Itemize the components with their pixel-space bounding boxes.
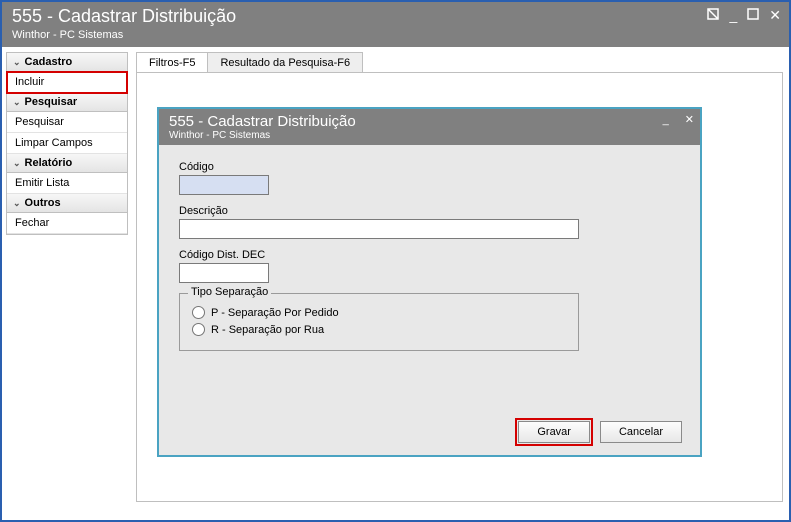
radio-separacao-rua[interactable]: R - Separação por Rua (192, 323, 566, 336)
minimize-icon[interactable]: _ (729, 8, 737, 22)
sidebar-header-cadastro[interactable]: ⌄ Cadastro (7, 53, 127, 72)
sidebar-header-relatorio[interactable]: ⌄ Relatório (7, 154, 127, 173)
dialog-button-row: Gravar Cancelar (518, 421, 682, 443)
main-window-subtitle: Winthor - PC Sistemas (12, 29, 779, 41)
chevron-down-icon: ⌄ (13, 158, 21, 169)
dec-label: Código Dist. DEC (179, 249, 680, 261)
button-label: Cancelar (619, 426, 663, 438)
sidebar-item-label: Incluir (15, 76, 44, 88)
field-codigo-dist-dec: Código Dist. DEC (179, 249, 680, 283)
tab-filtros[interactable]: Filtros-F5 (136, 52, 208, 73)
button-label: Gravar (537, 426, 571, 438)
codigo-input[interactable] (179, 175, 269, 195)
main-body: ⌄ Cadastro Incluir ⌄ Pesquisar Pesquisar L… (2, 48, 789, 520)
sidebar-header-label: Relatório (25, 157, 73, 169)
sidebar-header-label: Pesquisar (25, 96, 78, 108)
radio-input-pedido[interactable] (192, 306, 205, 319)
codigo-label: Código (179, 161, 680, 173)
radio-input-rua[interactable] (192, 323, 205, 336)
dialog-controls: _ ✕ (655, 113, 694, 126)
sidebar-item-label: Limpar Campos (15, 137, 93, 149)
sidebar: ⌄ Cadastro Incluir ⌄ Pesquisar Pesquisar L… (6, 52, 128, 235)
dec-input[interactable] (179, 263, 269, 283)
dialog-title: 555 - Cadastrar Distribuição (169, 113, 690, 130)
sidebar-header-outros[interactable]: ⌄ Outros (7, 194, 127, 213)
chevron-down-icon: ⌄ (13, 198, 21, 209)
field-codigo: Código (179, 161, 680, 195)
radio-label: R - Separação por Rua (211, 324, 324, 336)
restore-icon[interactable] (707, 8, 719, 22)
dialog-body: Código Descrição Código Dist. DEC Tipo S… (159, 145, 700, 455)
dialog-window: 555 - Cadastrar Distribuição Winthor - P… (157, 107, 702, 457)
maximize-icon[interactable] (747, 8, 759, 22)
sidebar-header-label: Outros (25, 197, 61, 209)
sidebar-item-label: Fechar (15, 217, 49, 229)
radio-separacao-pedido[interactable]: P - Separação Por Pedido (192, 306, 566, 319)
tab-resultado[interactable]: Resultado da Pesquisa-F6 (207, 52, 363, 73)
sidebar-item-pesquisar[interactable]: Pesquisar (7, 112, 127, 133)
minimize-icon[interactable]: _ (663, 114, 669, 126)
main-window: 555 - Cadastrar Distribuição Winthor - P… (0, 0, 791, 522)
radio-label: P - Separação Por Pedido (211, 307, 339, 319)
main-window-title: 555 - Cadastrar Distribuição (12, 6, 779, 27)
tab-strip: Filtros-F5 Resultado da Pesquisa-F6 (136, 52, 362, 73)
tab-label: Resultado da Pesquisa-F6 (220, 57, 350, 69)
content-panel: 555 - Cadastrar Distribuição Winthor - P… (136, 72, 783, 502)
main-titlebar: 555 - Cadastrar Distribuição Winthor - P… (2, 2, 789, 47)
chevron-down-icon: ⌄ (13, 57, 21, 68)
tipo-separacao-group: Tipo Separação P - Separação Por Pedido … (179, 293, 579, 351)
sidebar-item-fechar[interactable]: Fechar (7, 213, 127, 234)
gravar-button[interactable]: Gravar (518, 421, 590, 443)
tipo-separacao-legend: Tipo Separação (188, 286, 271, 298)
main-window-controls: _ ✕ (707, 8, 781, 22)
sidebar-item-limpar-campos[interactable]: Limpar Campos (7, 133, 127, 154)
sidebar-item-label: Pesquisar (15, 116, 64, 128)
descricao-label: Descrição (179, 205, 680, 217)
dialog-subtitle: Winthor - PC Sistemas (169, 130, 690, 141)
sidebar-item-label: Emitir Lista (15, 177, 69, 189)
chevron-down-icon: ⌄ (13, 97, 21, 108)
sidebar-item-emitir-lista[interactable]: Emitir Lista (7, 173, 127, 194)
dialog-titlebar: 555 - Cadastrar Distribuição Winthor - P… (159, 109, 700, 145)
close-icon[interactable]: ✕ (769, 8, 781, 22)
field-descricao: Descrição (179, 205, 680, 239)
tab-label: Filtros-F5 (149, 57, 195, 69)
cancelar-button[interactable]: Cancelar (600, 421, 682, 443)
sidebar-header-pesquisar[interactable]: ⌄ Pesquisar (7, 93, 127, 112)
sidebar-header-label: Cadastro (25, 56, 73, 68)
descricao-input[interactable] (179, 219, 579, 239)
sidebar-item-incluir[interactable]: Incluir (7, 72, 127, 93)
close-icon[interactable]: ✕ (685, 113, 694, 126)
